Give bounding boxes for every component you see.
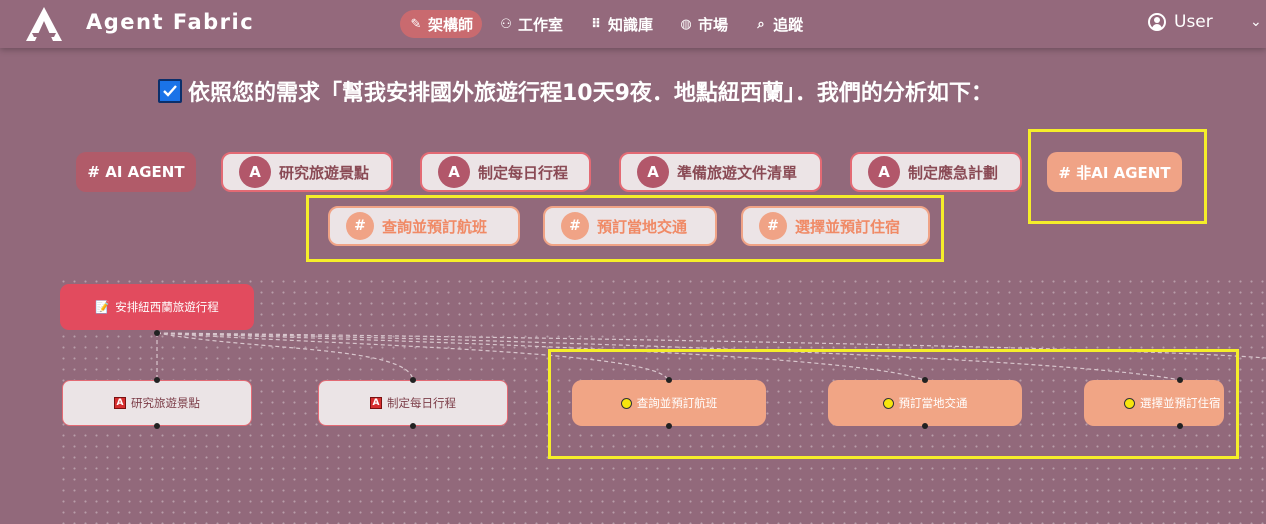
user-menu[interactable]: User — [1148, 12, 1213, 32]
connection-handle[interactable] — [154, 377, 160, 383]
nav-item-label: 架構師 — [428, 15, 474, 34]
main-nav: ✎ 架構師 ⚇ 工作室 ⠿ 知識庫 ◍ 市場 ⌕ 追蹤 — [400, 10, 820, 38]
connection-handle[interactable] — [154, 423, 160, 429]
connection-handle[interactable] — [154, 330, 160, 336]
agent-badge-icon: A — [438, 156, 470, 188]
agent-chip-label: 制定每日行程 — [478, 163, 569, 182]
nav-item-label: 工作室 — [518, 15, 564, 34]
user-avatar-icon — [1148, 13, 1166, 31]
agent-badge-icon: A — [637, 156, 669, 188]
agent-chip[interactable]: A 準備旅遊文件清單 — [619, 152, 822, 192]
nav-item-studio[interactable]: ⚇ 工作室 — [490, 10, 572, 38]
search-icon: ⌕ — [757, 16, 765, 32]
agent-badge-icon: A — [239, 156, 271, 188]
agent-badge-icon: A — [114, 397, 126, 409]
root-task-label: 安排紐西蘭旅遊行程 — [115, 300, 219, 314]
nav-item-label: 追蹤 — [773, 15, 804, 34]
highlight-box — [1028, 129, 1207, 224]
highlight-box — [306, 195, 944, 262]
agent-fabric-logo-icon[interactable] — [26, 7, 62, 41]
user-label: User — [1174, 12, 1213, 32]
nav-item-label: 知識庫 — [608, 15, 654, 34]
ai-agent-node-label: 制定每日行程 — [387, 396, 456, 410]
grid-icon: ⠿ — [590, 16, 602, 32]
analysis-heading: 依照您的需求「幫我安排國外旅遊行程10天9夜．地點紐西蘭」．我們的分析如下： — [158, 75, 993, 107]
top-navigation-bar: Agent Fabric ✎ 架構師 ⚇ 工作室 ⠿ 知識庫 ◍ 市場 ⌕ 追蹤… — [0, 0, 1266, 48]
agent-chip[interactable]: A 研究旅遊景點 — [221, 152, 393, 192]
nav-item-label: 市場 — [698, 15, 729, 34]
people-icon: ⚇ — [500, 16, 512, 32]
connection-handle[interactable] — [410, 423, 416, 429]
checkbox-icon — [158, 79, 182, 103]
analysis-heading-text: 依照您的需求「幫我安排國外旅遊行程10天9夜．地點紐西蘭」．我們的分析如下： — [188, 81, 993, 106]
connection-handle[interactable] — [410, 377, 416, 383]
document-icon: 📝 — [95, 300, 111, 314]
nav-item-market[interactable]: ◍ 市場 — [670, 10, 737, 38]
agent-chip[interactable]: A 制定應急計劃 — [850, 152, 1022, 192]
globe-icon: ◍ — [680, 16, 692, 32]
agent-chip-label: 準備旅遊文件清單 — [677, 163, 798, 182]
ai-agent-category-label: # AI AGENT — [76, 152, 196, 192]
root-task-node[interactable]: 📝 安排紐西蘭旅遊行程 — [60, 284, 254, 330]
ai-agent-node-label: 研究旅遊景點 — [131, 396, 200, 410]
ai-agent-category-text: # AI AGENT — [87, 163, 185, 181]
agent-badge-icon: A — [868, 156, 900, 188]
ai-agent-node[interactable]: A 研究旅遊景點 — [62, 380, 252, 426]
highlight-box — [548, 349, 1239, 459]
agent-chip-label: 制定應急計劃 — [908, 163, 999, 182]
nav-item-knowledge-base[interactable]: ⠿ 知識庫 — [580, 10, 662, 38]
agent-badge-icon: A — [370, 397, 382, 409]
agent-chip[interactable]: A 制定每日行程 — [420, 152, 591, 192]
chevron-down-icon[interactable]: ⌄ — [1250, 14, 1262, 30]
agent-chip-label: 研究旅遊景點 — [279, 163, 370, 182]
magic-wand-icon: ✎ — [410, 16, 422, 32]
nav-item-architect[interactable]: ✎ 架構師 — [400, 10, 483, 38]
ai-agent-node[interactable]: A 制定每日行程 — [318, 380, 508, 426]
nav-item-tracking[interactable]: ⌕ 追蹤 — [745, 10, 812, 38]
brand-name[interactable]: Agent Fabric — [86, 10, 254, 34]
